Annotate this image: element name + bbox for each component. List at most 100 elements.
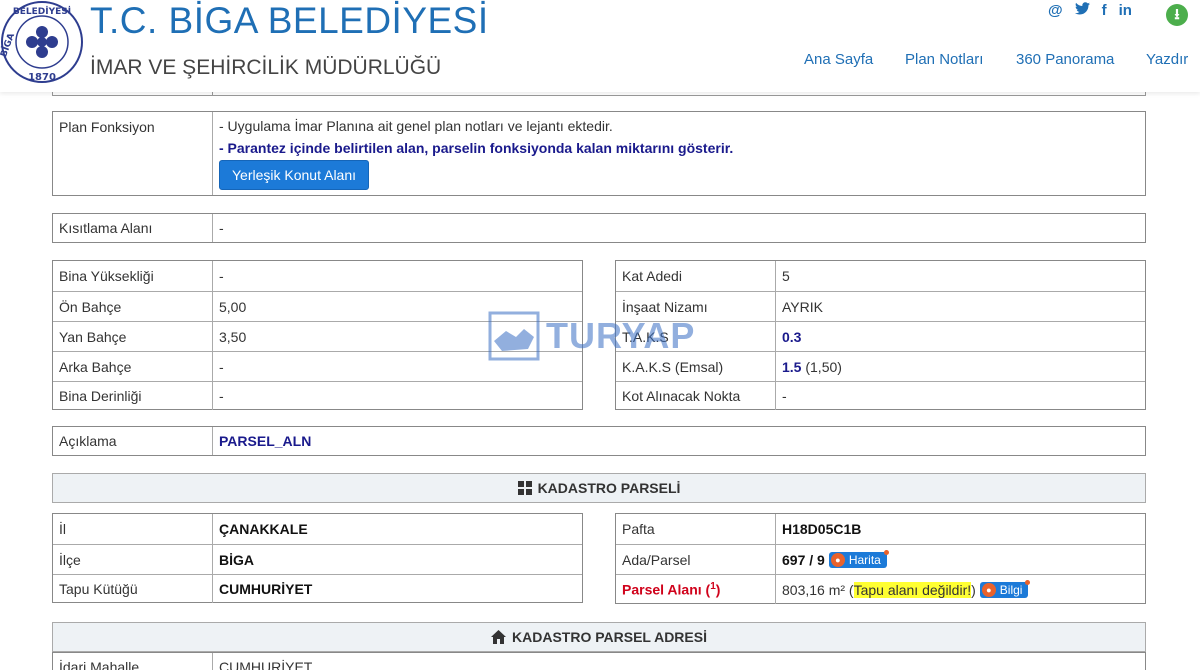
parcel-area-value-end: ) xyxy=(971,581,976,598)
kaks-value: 1.5 (1,50) xyxy=(776,352,842,381)
info-button-label: Bilgi xyxy=(999,582,1023,597)
cadastre-section-header: KADASTRO PARSELİ xyxy=(52,473,1146,503)
address-table: İdari Mahalle CUMHURİYET xyxy=(52,652,1146,670)
table-row: İl ÇANAKKALE xyxy=(53,514,582,544)
parcel-area-label-text: Parsel Alanı ( xyxy=(622,581,711,598)
row-label: Pafta xyxy=(616,514,776,544)
nav-360-panorama[interactable]: 360 Panorama xyxy=(1016,51,1114,68)
parcel-area-label: Parsel Alanı (1) xyxy=(616,575,776,604)
plan-function-table: Plan Fonksiyon - Uygulama İmar Planına a… xyxy=(52,111,1146,196)
nav-plan-notlari[interactable]: Plan Notları xyxy=(905,51,983,68)
restriction-value: - xyxy=(219,220,224,236)
table-row: Yan Bahçe 3,50 xyxy=(53,321,582,351)
facebook-icon[interactable]: f xyxy=(1102,2,1107,19)
row-label: K.A.K.S (Emsal) xyxy=(616,352,776,381)
nav-yazdir[interactable]: Yazdır xyxy=(1146,51,1188,68)
site-header: BELEDİYESİ 1870 BİGA T.C. BİGA BELEDİYES… xyxy=(0,0,1200,92)
table-row: T.A.K.S 0.3 xyxy=(616,321,1145,351)
svg-text:BELEDİYESİ: BELEDİYESİ xyxy=(13,6,71,17)
row-value: 5,00 xyxy=(219,298,247,315)
row-label: T.A.K.S xyxy=(616,322,776,351)
taks-value: 0.3 xyxy=(782,328,802,345)
row-value: AYRIK xyxy=(782,298,823,315)
ada-parsel-value: 697 / 9 xyxy=(782,551,825,568)
table-row: Ön Bahçe 5,00 xyxy=(53,291,582,321)
row-label: Arka Bahçe xyxy=(53,352,213,381)
linkedin-icon[interactable]: in xyxy=(1119,2,1132,19)
cadastre-heading: KADASTRO PARSELİ xyxy=(537,480,681,496)
row-label: İnşaat Nizamı xyxy=(616,292,776,321)
home-icon xyxy=(491,630,506,644)
building-setbacks-table: Bina Yüksekliği - Ön Bahçe 5,00 Yan Bahç… xyxy=(52,260,583,410)
globe-icon: ● xyxy=(981,582,996,597)
info-button[interactable]: ● Bilgi xyxy=(979,579,1031,598)
municipality-logo[interactable]: BELEDİYESİ 1870 BİGA xyxy=(0,0,86,86)
ada-parsel-cell: 697 / 9 ● Harita xyxy=(776,545,889,574)
row-label: Bina Yüksekliği xyxy=(53,261,213,291)
row-label: İlçe xyxy=(53,545,213,574)
building-density-table: Kat Adedi 5 İnşaat Nizamı AYRIK T.A.K.S … xyxy=(615,260,1146,410)
table-row: Bina Yüksekliği - xyxy=(53,261,582,291)
parcel-area-value: 803,16 m² ( xyxy=(782,581,854,598)
row-label: Kot Alınacak Nokta xyxy=(616,382,776,410)
globe-icon: ● xyxy=(830,552,845,567)
table-row: K.A.K.S (Emsal) 1.5 (1,50) xyxy=(616,351,1145,381)
district-label: İdari Mahalle xyxy=(53,653,213,670)
email-icon[interactable]: @ xyxy=(1048,2,1063,19)
grid-icon xyxy=(517,481,532,495)
plan-function-label: Plan Fonksiyon xyxy=(53,112,213,195)
table-row: Parsel Alanı (1) 803,16 m² (Tapu alanı d… xyxy=(616,574,1145,604)
row-value: 3,50 xyxy=(219,328,247,345)
kaks-main: 1.5 xyxy=(782,358,802,375)
notification-dot xyxy=(1025,579,1031,585)
pafta-value: H18D05C1B xyxy=(782,521,862,537)
row-label: İl xyxy=(53,514,213,544)
address-heading: KADASTRO PARSEL ADRESİ xyxy=(512,629,707,645)
nav-ana-sayfa[interactable]: Ana Sayfa xyxy=(804,51,873,68)
row-label: Tapu Kütüğü xyxy=(53,575,213,603)
row-label: Yan Bahçe xyxy=(53,322,213,351)
restriction-label: Kısıtlama Alanı xyxy=(53,214,213,242)
main-nav: Ana Sayfa Plan Notları 360 Panorama Yazd… xyxy=(0,51,1200,71)
download-icon[interactable]: ⭳ xyxy=(1166,4,1188,26)
cadastre-parcel-table: Pafta H18D05C1B Ada/Parsel 697 / 9 ● Har… xyxy=(615,513,1146,604)
restriction-table: Kısıtlama Alanı - xyxy=(52,213,1146,243)
table-row: Ada/Parsel 697 / 9 ● Harita xyxy=(616,544,1145,574)
parcel-area-cell: 803,16 m² (Tapu alanı değildir!) ● Bilgi xyxy=(776,575,1031,604)
row-value: ÇANAKKALE xyxy=(219,521,308,537)
site-title: T.C. BİGA BELEDİYESİ xyxy=(90,0,489,41)
row-value: - xyxy=(782,388,787,404)
social-links: @ f in xyxy=(1048,2,1132,19)
row-value: CUMHURİYET xyxy=(219,581,313,597)
plan-note-2: - Parantez içinde belirtilen alan, parse… xyxy=(219,140,734,156)
row-label: Kat Adedi xyxy=(616,261,776,291)
table-row: Bina Derinliği - xyxy=(53,381,582,410)
map-button-label: Harita xyxy=(848,552,881,567)
row-value: - xyxy=(219,388,224,404)
svg-text:1870: 1870 xyxy=(28,72,56,83)
row-value: 5 xyxy=(782,268,790,284)
row-label: Ön Bahçe xyxy=(53,292,213,321)
notification-dot xyxy=(883,549,889,555)
row-label: Bina Derinliği xyxy=(53,382,213,410)
twitter-icon[interactable] xyxy=(1074,2,1090,19)
address-section-header: KADASTRO PARSEL ADRESİ xyxy=(52,622,1146,652)
description-label: Açıklama xyxy=(53,427,213,455)
table-row: Pafta H18D05C1B xyxy=(616,514,1145,544)
plan-function-button[interactable]: Yerleşik Konut Alanı xyxy=(219,160,370,190)
table-row: Kot Alınacak Nokta - xyxy=(616,381,1145,410)
table-row: İnşaat Nizamı AYRIK xyxy=(616,291,1145,321)
row-value: - xyxy=(219,358,224,375)
district-value: CUMHURİYET xyxy=(219,659,313,670)
description-value: PARSEL_ALN xyxy=(219,433,312,449)
kaks-extra: (1,50) xyxy=(801,358,842,375)
deed-warning: Tapu alanı değildir! xyxy=(853,581,972,598)
map-button[interactable]: ● Harita xyxy=(828,549,889,568)
row-label: Ada/Parsel xyxy=(616,545,776,574)
description-table: Açıklama PARSEL_ALN xyxy=(52,426,1146,456)
table-row: Arka Bahçe - xyxy=(53,351,582,381)
table-row: Tapu Kütüğü CUMHURİYET xyxy=(53,574,582,603)
row-value: BİGA xyxy=(219,551,254,568)
table-row: Kat Adedi 5 xyxy=(616,261,1145,291)
cadastre-location-table: İl ÇANAKKALE İlçe BİGA Tapu Kütüğü CUMHU… xyxy=(52,513,583,603)
